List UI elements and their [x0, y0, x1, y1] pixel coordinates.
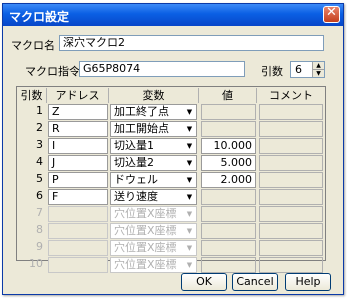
value-field[interactable]: 2.000: [201, 172, 256, 188]
help-button[interactable]: Help: [285, 273, 331, 291]
arg-count-spinner[interactable]: 6 ▲ ▼: [290, 61, 325, 78]
spin-up-icon[interactable]: ▲: [312, 62, 324, 70]
variable-label: 穴位置X座標: [114, 241, 177, 254]
comment-field: [259, 223, 323, 239]
arg-count-label: 引数: [261, 65, 283, 78]
address-field[interactable]: Z: [48, 104, 108, 120]
arg-count-value: 6: [295, 63, 302, 76]
address-field[interactable]: R: [48, 121, 108, 137]
variable-dropdown[interactable]: 加工終了点 ▼: [110, 104, 197, 120]
variable-label: 穴位置X座標: [114, 207, 177, 220]
address-field[interactable]: I: [48, 138, 108, 154]
value-field[interactable]: 5.000: [201, 155, 256, 171]
variable-dropdown[interactable]: ドウェル ▼: [110, 172, 197, 188]
value-field[interactable]: [201, 189, 256, 205]
macro-name-label: マクロ名: [11, 39, 55, 52]
value-field: [201, 206, 256, 222]
variable-label: 切込量1: [114, 139, 154, 152]
dropdown-arrow-icon[interactable]: ▼: [183, 105, 196, 119]
col-header-comment: コメント: [269, 89, 313, 102]
address-field[interactable]: P: [48, 172, 108, 188]
col-header-variable: 変数: [109, 88, 199, 103]
dropdown-arrow-icon[interactable]: ▼: [183, 173, 196, 187]
variable-dropdown: 穴位置X座標 ▼: [110, 223, 197, 239]
col-header-value: 値: [199, 88, 257, 103]
row-number: 1: [36, 104, 43, 117]
dropdown-arrow-icon[interactable]: ▼: [183, 122, 196, 136]
value-field[interactable]: 10.000: [201, 138, 256, 154]
variable-dropdown: 穴位置X座標 ▼: [110, 206, 197, 222]
address-field[interactable]: F: [48, 189, 108, 205]
macro-command-input[interactable]: G65P8074: [79, 61, 245, 77]
row-number: 7: [36, 206, 43, 219]
variable-label: 加工終了点: [114, 105, 169, 118]
col-header-arg: 引数: [17, 88, 47, 103]
row-number: 6: [36, 189, 43, 202]
row-number: 4: [36, 155, 43, 168]
comment-field: [259, 206, 323, 222]
variable-dropdown[interactable]: 送り速度 ▼: [110, 189, 197, 205]
ok-button[interactable]: OK: [181, 273, 227, 291]
arguments-table: 引数 アドレス 変数 値 コメント 1 Z 加工終了点 ▼ 2 R 加工開始点 ▼ 3 I 切込量1…: [16, 86, 326, 273]
value-field: [201, 240, 256, 256]
dropdown-arrow-icon[interactable]: ▼: [183, 139, 196, 153]
row-number: 8: [36, 223, 43, 236]
variable-label: 穴位置X座標: [114, 258, 177, 271]
dropdown-arrow-icon: ▼: [183, 258, 196, 272]
variable-dropdown: 穴位置X座標 ▼: [110, 257, 197, 273]
row-number: 9: [36, 240, 43, 253]
dropdown-arrow-icon: ▼: [183, 241, 196, 255]
variable-label: ドウェル: [114, 173, 158, 186]
dropdown-arrow-icon: ▼: [183, 224, 196, 238]
variable-label: 切込量2: [114, 156, 154, 169]
close-icon: ✕: [326, 5, 337, 20]
variable-dropdown[interactable]: 加工開始点 ▼: [110, 121, 197, 137]
comment-field[interactable]: [259, 138, 323, 154]
macro-command-label: マクロ指令: [25, 65, 80, 78]
macro-settings-dialog: マクロ設定 ✕ マクロ名 深穴マクロ2 マクロ指令 G65P8074 引数 6 …: [2, 3, 344, 295]
dropdown-arrow-icon[interactable]: ▼: [183, 156, 196, 170]
address-field: [48, 257, 108, 273]
value-field[interactable]: [201, 104, 256, 120]
comment-field: [259, 257, 323, 273]
variable-dropdown: 穴位置X座標 ▼: [110, 240, 197, 256]
col-header-address: アドレス: [47, 88, 109, 103]
row-number: 5: [36, 172, 43, 185]
variable-label: 加工開始点: [114, 122, 169, 135]
comment-field[interactable]: [259, 189, 323, 205]
value-field[interactable]: [201, 121, 256, 137]
value-field: [201, 257, 256, 273]
comment-field[interactable]: [259, 121, 323, 137]
row-number: 3: [36, 138, 43, 151]
comment-field[interactable]: [259, 155, 323, 171]
spin-down-icon[interactable]: ▼: [312, 70, 324, 77]
dropdown-arrow-icon[interactable]: ▼: [183, 190, 196, 204]
address-field[interactable]: J: [48, 155, 108, 171]
variable-label: 穴位置X座標: [114, 224, 177, 237]
title-bar: マクロ設定 ✕: [3, 4, 343, 26]
variable-label: 送り速度: [114, 190, 158, 203]
dropdown-arrow-icon: ▼: [183, 207, 196, 221]
row-number: 2: [36, 121, 43, 134]
window-title: マクロ設定: [9, 10, 70, 24]
variable-dropdown[interactable]: 切込量1 ▼: [110, 138, 197, 154]
address-field: [48, 223, 108, 239]
variable-dropdown[interactable]: 切込量2 ▼: [110, 155, 197, 171]
close-button[interactable]: ✕: [323, 5, 340, 23]
macro-name-input[interactable]: 深穴マクロ2: [59, 35, 324, 51]
comment-field[interactable]: [259, 172, 323, 188]
comment-field: [259, 240, 323, 256]
row-number: 10: [29, 257, 43, 270]
comment-field[interactable]: [259, 104, 323, 120]
address-field: [48, 206, 108, 222]
cancel-button[interactable]: Cancel: [232, 273, 278, 291]
address-field: [48, 240, 108, 256]
value-field: [201, 223, 256, 239]
